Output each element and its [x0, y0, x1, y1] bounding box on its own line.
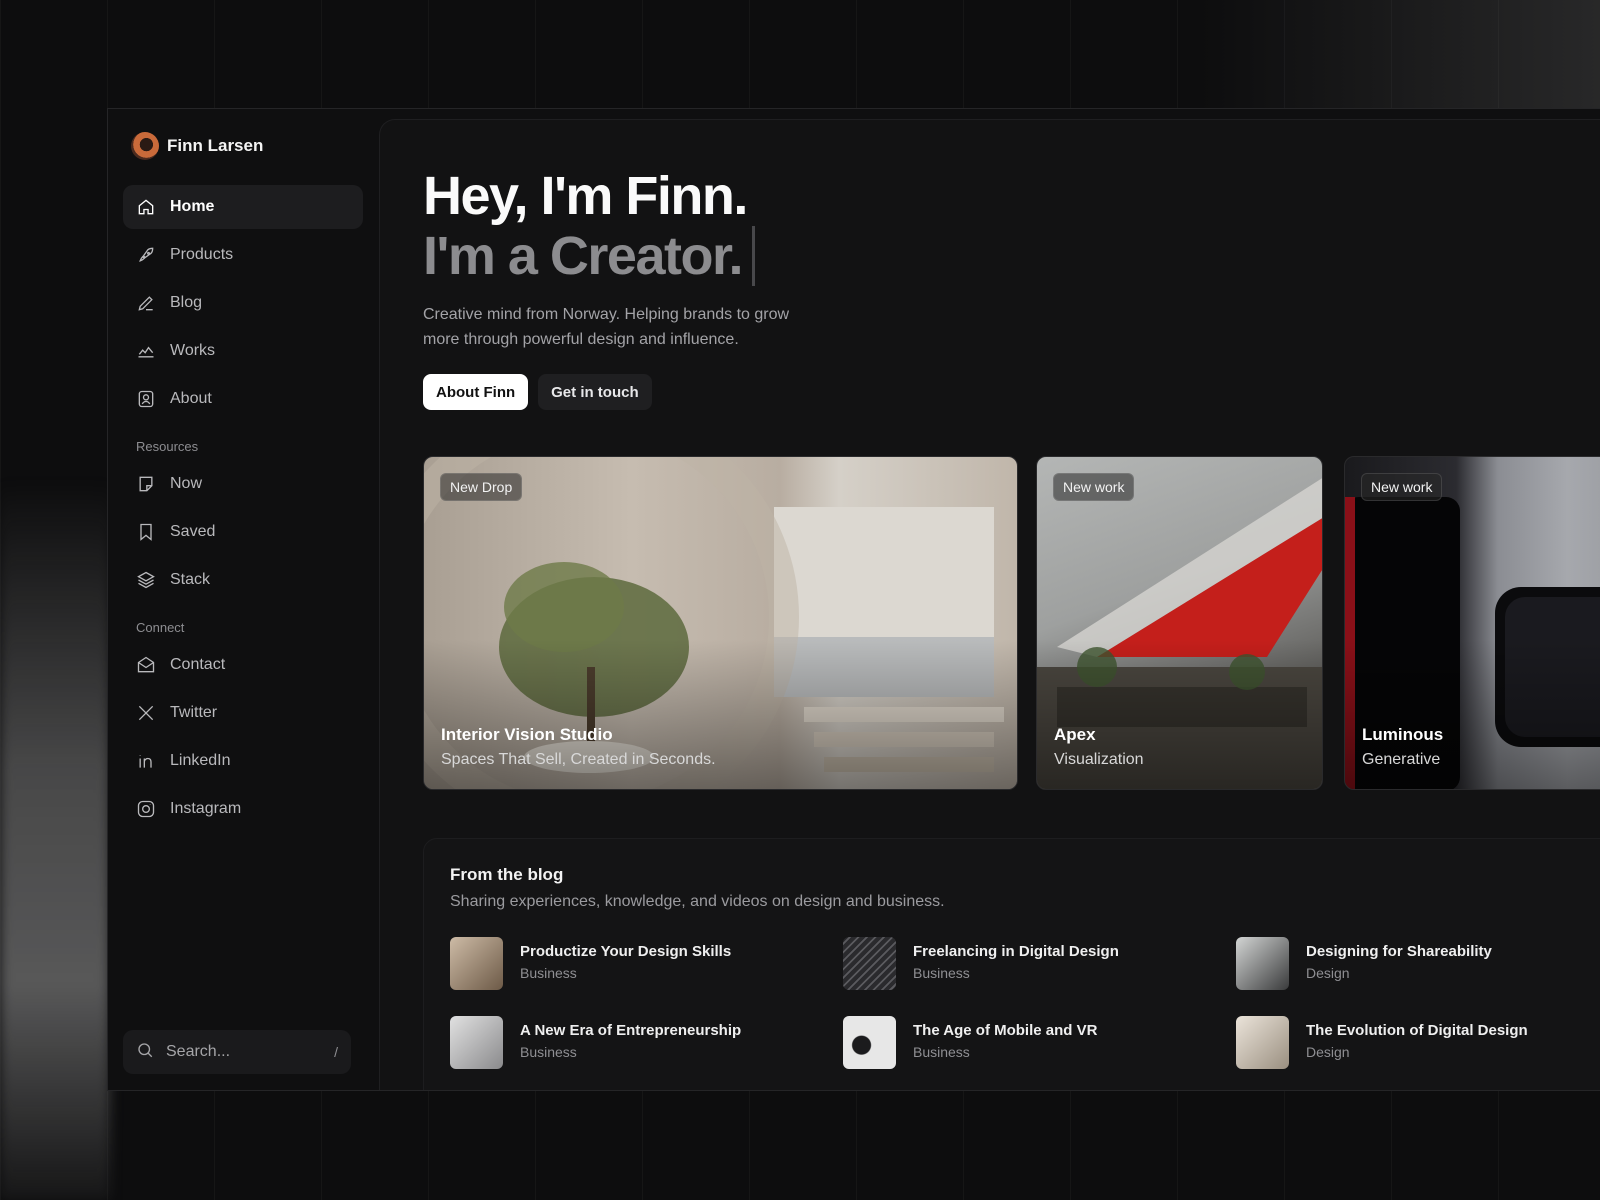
sidebar-item-blog[interactable]: Blog — [123, 281, 363, 325]
hero: Hey, I'm Finn. I'm a Creator. Creative m… — [423, 166, 813, 410]
sidebar-item-products[interactable]: Products — [123, 233, 363, 277]
blog-title: From the blog — [450, 865, 564, 884]
sidebar-item-now[interactable]: Now — [123, 462, 363, 506]
home-icon — [136, 197, 156, 217]
feature-card[interactable]: New work Luminous Generative — [1344, 456, 1600, 790]
sidebar-item-label: Saved — [170, 523, 216, 540]
sidebar-item-label: Stack — [170, 571, 211, 588]
blog-post[interactable]: Freelancing in Digital Design Business — [843, 937, 1236, 990]
hero-subtitle: I'm a Creator. — [423, 226, 813, 286]
post-category: Design — [1306, 965, 1350, 981]
post-thumbnail — [450, 937, 503, 990]
mail-icon — [136, 655, 156, 675]
sidebar-item-contact[interactable]: Contact — [123, 643, 363, 687]
post-category: Business — [520, 965, 577, 981]
user-card-icon — [136, 389, 156, 409]
card-subtitle: Spaces That Sell, Created in Seconds. — [441, 751, 716, 768]
search-shortcut: / — [334, 1044, 338, 1060]
linkedin-icon — [136, 751, 156, 771]
card-subtitle: Generative — [1362, 751, 1441, 768]
card-title: Interior Vision Studio — [441, 725, 613, 744]
sidebar-item-home[interactable]: Home — [123, 185, 363, 229]
bookmark-icon — [136, 522, 156, 542]
post-category: Business — [913, 965, 970, 981]
sidebar-item-label: About — [170, 390, 212, 407]
blog-section: From the blog Sharing experiences, knowl… — [423, 838, 1600, 1090]
blog-post[interactable]: Designing for Shareability Design — [1236, 937, 1600, 990]
blog-post-list: Productize Your Design Skills Business Fr… — [450, 937, 1596, 1069]
sidebar-item-instagram[interactable]: Instagram — [123, 787, 363, 831]
hero-subtitle-text: I'm a Creator. — [423, 226, 743, 286]
post-category: Business — [520, 1044, 577, 1060]
background-glow — [0, 480, 110, 1200]
post-thumbnail — [843, 937, 896, 990]
card-badge: New work — [1053, 473, 1135, 501]
search-input[interactable]: Search... / — [123, 1030, 351, 1074]
hero-actions: About Finn Get in touch — [423, 374, 813, 410]
sidebar-item-label: Works — [170, 342, 216, 359]
sidebar-item-label: Twitter — [170, 704, 218, 721]
card-title: Apex — [1054, 725, 1096, 744]
post-thumbnail — [450, 1016, 503, 1069]
post-title: A New Era of Entrepreneurship — [520, 1022, 742, 1039]
text-cursor — [751, 226, 755, 286]
sidebar-item-about[interactable]: About — [123, 377, 363, 421]
sidebar-item-label: Contact — [170, 656, 226, 673]
feature-card[interactable]: New work Apex Visualization — [1036, 456, 1323, 790]
sidebar-item-label: Blog — [170, 294, 203, 311]
background-glow — [1200, 0, 1600, 110]
card-title: Luminous — [1362, 725, 1444, 744]
post-category: Business — [913, 1044, 970, 1060]
main-content: Hey, I'm Finn. I'm a Creator. Creative m… — [379, 119, 1600, 1090]
post-thumbnail — [1236, 1016, 1289, 1069]
card-badge: New Drop — [440, 473, 523, 501]
hero-title: Hey, I'm Finn. — [423, 166, 748, 226]
app-window: Finn Larsen Home Products Blog Works Abo… — [107, 108, 1600, 1091]
post-category: Design — [1306, 1044, 1350, 1060]
about-finn-button[interactable]: About Finn — [423, 374, 529, 410]
card-subtitle: Visualization — [1054, 751, 1144, 768]
layers-icon — [136, 570, 156, 590]
post-title: Designing for Shareability — [1306, 943, 1492, 960]
sidebar-item-saved[interactable]: Saved — [123, 510, 363, 554]
get-in-touch-button[interactable]: Get in touch — [538, 374, 652, 410]
sidebar-item-linkedin[interactable]: LinkedIn — [123, 739, 363, 783]
instagram-icon — [136, 799, 156, 819]
section-label-resources: Resources — [136, 439, 199, 454]
blog-post[interactable]: The Age of Mobile and VR Business — [843, 1016, 1236, 1069]
sidebar-item-label: Now — [170, 475, 203, 492]
post-title: The Evolution of Digital Design — [1306, 1022, 1528, 1039]
feature-card[interactable]: New Drop Interior Vision Studio Spaces T… — [423, 456, 1018, 790]
pencil-icon — [136, 293, 156, 313]
sidebar-item-twitter[interactable]: Twitter — [123, 691, 363, 735]
rocket-icon — [136, 245, 156, 265]
sidebar-item-stack[interactable]: Stack — [123, 558, 363, 602]
post-title: Freelancing in Digital Design — [913, 943, 1119, 960]
note-icon — [136, 474, 156, 494]
profile[interactable]: Finn Larsen — [123, 132, 363, 160]
card-badge: New work — [1361, 473, 1443, 501]
search-icon — [136, 1041, 154, 1064]
sidebar-item-works[interactable]: Works — [123, 329, 363, 373]
chart-icon — [136, 341, 156, 361]
blog-subtitle: Sharing experiences, knowledge, and vide… — [450, 893, 945, 910]
section-label-connect: Connect — [136, 620, 185, 635]
blog-post[interactable]: A New Era of Entrepreneurship Business — [450, 1016, 843, 1069]
post-title: The Age of Mobile and VR — [913, 1022, 1098, 1039]
hero-description: Creative mind from Norway. Helping brand… — [423, 306, 790, 348]
post-title: Productize Your Design Skills — [520, 943, 732, 960]
post-thumbnail — [1236, 937, 1289, 990]
x-icon — [136, 703, 156, 723]
sidebar-item-label: LinkedIn — [170, 752, 231, 769]
sidebar-item-label: Home — [170, 198, 215, 215]
blog-post[interactable]: Productize Your Design Skills Business — [450, 937, 843, 990]
search-placeholder: Search... — [166, 1043, 231, 1060]
profile-name: Finn Larsen — [167, 136, 264, 155]
sidebar-item-label: Instagram — [170, 800, 242, 817]
post-thumbnail — [843, 1016, 896, 1069]
blog-post[interactable]: The Evolution of Digital Design Design — [1236, 1016, 1600, 1069]
sidebar: Finn Larsen Home Products Blog Works Abo… — [108, 109, 378, 1090]
sidebar-item-label: Products — [170, 246, 234, 263]
avatar — [131, 132, 159, 160]
